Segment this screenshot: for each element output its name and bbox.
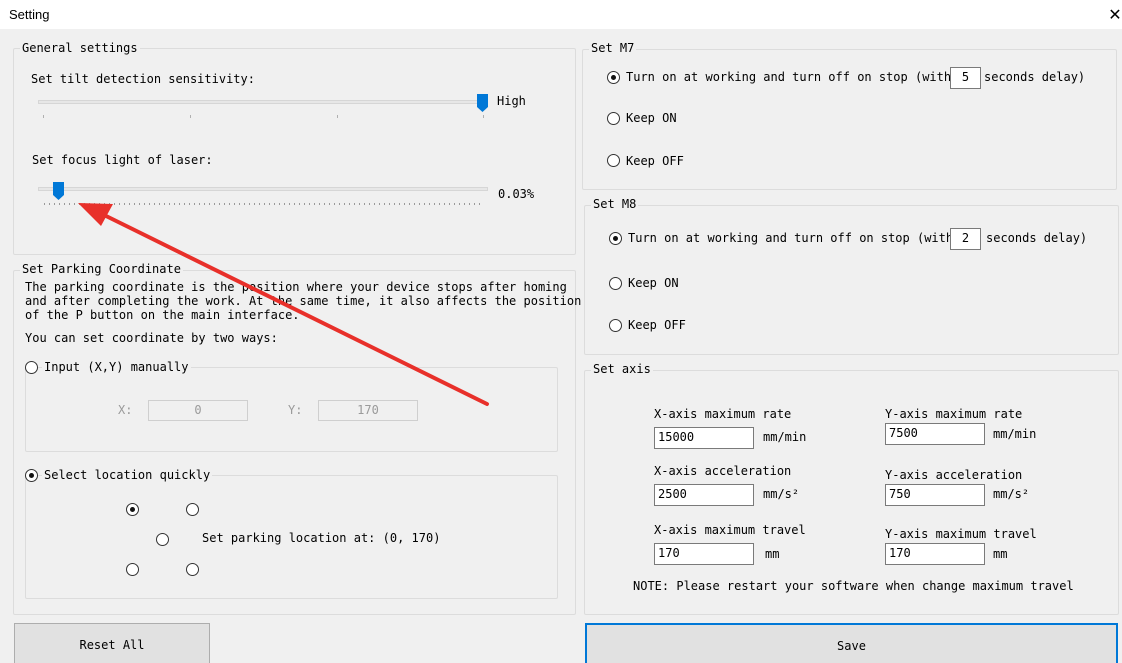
m8-delay-input[interactable]: 2: [950, 228, 981, 250]
y-rate-unit: mm/min: [993, 427, 1037, 441]
x-travel-unit: mm: [765, 547, 780, 561]
tilt-slider-tick: [190, 115, 191, 118]
m7-delay-unit: seconds delay): [984, 70, 1086, 84]
y-travel-input[interactable]: 170: [885, 543, 985, 565]
y-travel-unit: mm: [993, 547, 1008, 561]
save-button[interactable]: Save: [585, 623, 1118, 663]
location-top-left-radio[interactable]: [126, 503, 139, 516]
slider-thumb-icon[interactable]: [477, 94, 488, 112]
location-bottom-right-radio[interactable]: [186, 563, 199, 576]
tilt-slider-track: [38, 100, 488, 104]
manual-input-radio[interactable]: [25, 361, 38, 374]
y-coordinate-label: Y:: [288, 403, 303, 417]
m8-legend: Set M8: [591, 197, 639, 211]
parking-description-line: of the P button on the main interface.: [25, 308, 300, 322]
parking-ways-label: You can set coordinate by two ways:: [25, 331, 278, 345]
m7-keep-off-radio[interactable]: [607, 154, 620, 167]
m8-option-delay-radio[interactable]: [609, 232, 622, 245]
x-acceleration-input[interactable]: 2500: [654, 484, 754, 506]
quick-location-label[interactable]: Select location quickly: [42, 468, 213, 482]
x-travel-label: X-axis maximum travel: [654, 523, 806, 537]
m7-keep-on-radio[interactable]: [607, 112, 620, 125]
focus-light-label: Set focus light of laser:: [32, 153, 213, 167]
x-rate-unit: mm/min: [763, 430, 807, 444]
m8-keep-off-label[interactable]: Keep OFF: [628, 318, 686, 332]
m7-keep-off-label[interactable]: Keep OFF: [626, 154, 684, 168]
x-acceleration-unit: mm/s²: [763, 487, 800, 501]
reset-all-button[interactable]: Reset All: [14, 623, 210, 663]
close-icon[interactable]: ✕: [1104, 4, 1122, 26]
y-travel-label: Y-axis maximum travel: [885, 527, 1037, 541]
y-acceleration-input[interactable]: 750: [885, 484, 985, 506]
y-coordinate-input[interactable]: 170: [318, 400, 418, 421]
y-acceleration-label: Y-axis acceleration: [885, 468, 1023, 482]
x-rate-input[interactable]: 15000: [654, 427, 754, 449]
window-title: Setting: [9, 7, 50, 22]
focus-light-value: 0.03%: [498, 187, 535, 201]
tilt-slider-tick: [483, 115, 484, 118]
x-coordinate-label: X:: [118, 403, 133, 417]
x-travel-input[interactable]: 170: [654, 543, 754, 565]
m8-keep-on-radio[interactable]: [609, 277, 622, 290]
focus-slider-ticks: [44, 203, 484, 205]
general-settings-legend: General settings: [20, 41, 140, 55]
x-rate-label: X-axis maximum rate: [654, 407, 792, 421]
title-bar: Setting ✕: [0, 0, 1122, 30]
location-center-radio[interactable]: [156, 533, 169, 546]
manual-input-label[interactable]: Input (X,Y) manually: [42, 360, 191, 374]
m8-keep-on-label[interactable]: Keep ON: [628, 276, 679, 290]
tilt-slider-tick: [43, 115, 44, 118]
m7-keep-on-label[interactable]: Keep ON: [626, 111, 677, 125]
m8-option-delay-label[interactable]: Turn on at working and turn off on stop …: [628, 231, 953, 245]
x-acceleration-label: X-axis acceleration: [654, 464, 792, 478]
m8-keep-off-radio[interactable]: [609, 319, 622, 332]
tilt-slider-tick: [337, 115, 338, 118]
slider-thumb-icon[interactable]: [53, 182, 64, 200]
y-rate-label: Y-axis maximum rate: [885, 407, 1023, 421]
focus-slider-track: [38, 187, 488, 191]
axis-legend: Set axis: [591, 362, 653, 376]
tilt-sensitivity-label: Set tilt detection sensitivity:: [31, 72, 255, 86]
location-top-right-radio[interactable]: [186, 503, 199, 516]
m7-delay-input[interactable]: 5: [950, 67, 981, 89]
parking-description-line: The parking coordinate is the position w…: [25, 280, 567, 294]
m7-option-delay-radio[interactable]: [607, 71, 620, 84]
m8-delay-unit: seconds delay): [986, 231, 1088, 245]
m7-legend: Set M7: [589, 41, 637, 55]
tilt-sensitivity-value: High: [497, 94, 526, 108]
y-acceleration-unit: mm/s²: [993, 487, 1030, 501]
axis-note: NOTE: Please restart your software when …: [633, 579, 1074, 593]
parking-legend: Set Parking Coordinate: [20, 262, 183, 276]
parking-location-text: Set parking location at: (0, 170): [202, 531, 441, 545]
parking-description-line: and after completing the work. At the sa…: [25, 294, 582, 308]
x-coordinate-input[interactable]: 0: [148, 400, 248, 421]
location-bottom-left-radio[interactable]: [126, 563, 139, 576]
quick-location-radio[interactable]: [25, 469, 38, 482]
m7-option-delay-label[interactable]: Turn on at working and turn off on stop …: [626, 70, 951, 84]
y-rate-input[interactable]: 7500: [885, 423, 985, 445]
